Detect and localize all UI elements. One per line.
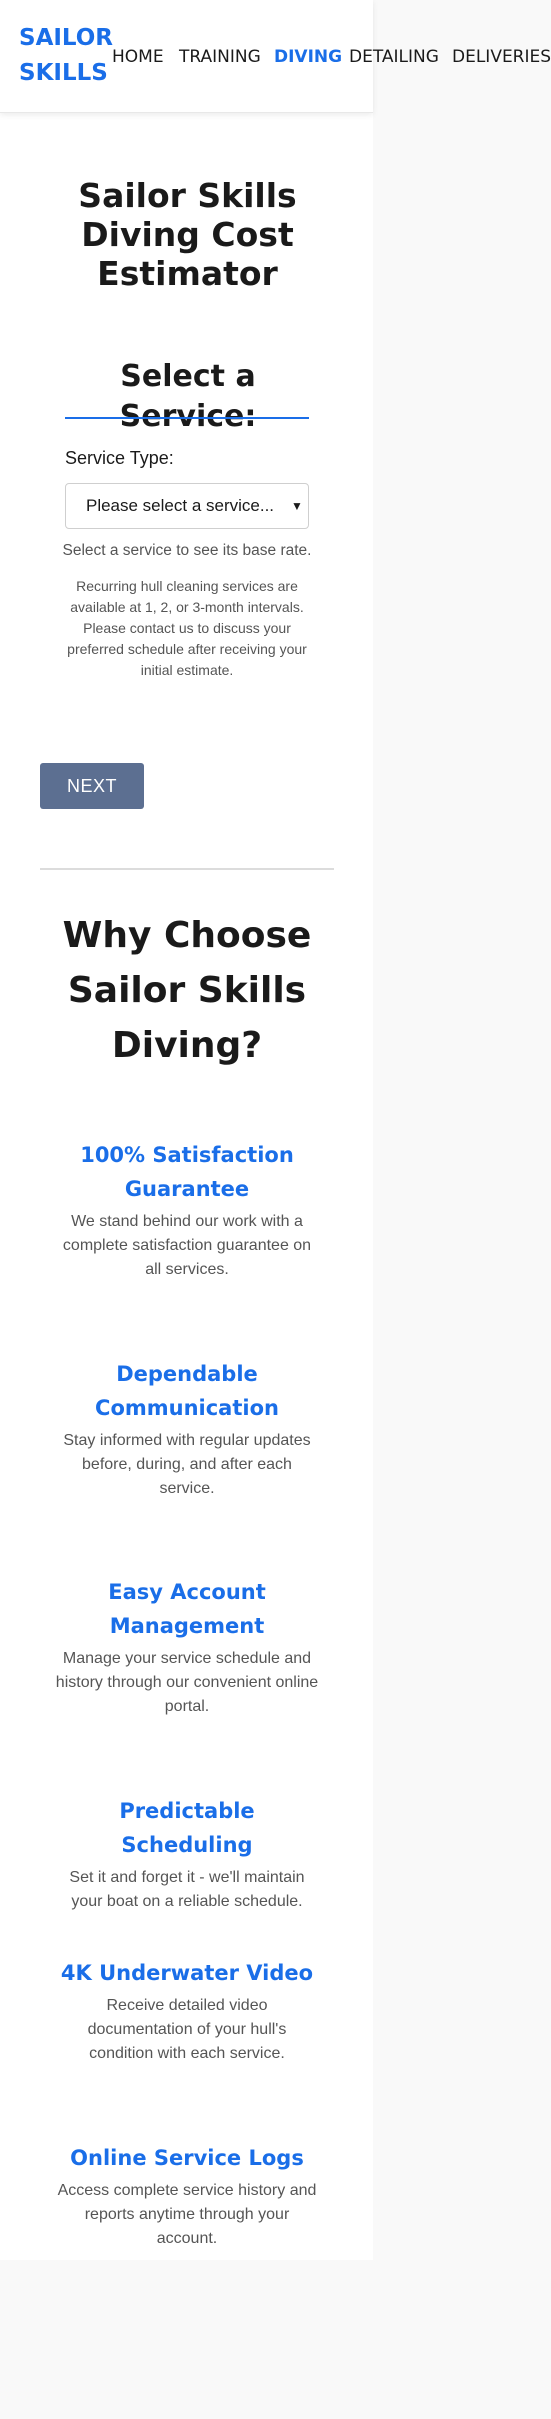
service-type-select[interactable]: Please select a service... ▼: [65, 483, 309, 529]
section-divider: [40, 868, 334, 870]
feature-dependable-communication: Dependable Communication Stay informed w…: [55, 1357, 319, 1501]
feature-online-service-logs: Online Service Logs Access complete serv…: [55, 2141, 319, 2251]
feature-description: Stay informed with regular updates befor…: [63, 1432, 311, 1497]
service-selection-card: Select a Service: Service Type: Please s…: [40, 320, 336, 710]
site-header: SAILOR SKILLS HOME TRAINING DIVING DETAI…: [0, 0, 551, 113]
feature-satisfaction-guarantee: 100% Satisfaction Guarantee We stand beh…: [55, 1138, 319, 1282]
feature-title: Online Service Logs: [70, 2146, 304, 2170]
page-bottom-background: [0, 2260, 551, 2419]
feature-4k-underwater-video: 4K Underwater Video Receive detailed vid…: [55, 1956, 319, 2066]
nav-deliveries[interactable]: DELIVERIES: [452, 47, 551, 67]
feature-title: 100% Satisfaction Guarantee: [80, 1143, 294, 1201]
nav-training[interactable]: TRAINING: [179, 47, 274, 67]
recurring-service-note: Recurring hull cleaning services are ava…: [67, 578, 307, 678]
nav-diving[interactable]: DIVING: [274, 47, 349, 67]
page-side-background: [373, 0, 551, 2419]
feature-title: Predictable Scheduling: [119, 1799, 255, 1857]
nav-detailing[interactable]: DETAILING: [349, 47, 452, 67]
feature-description: Receive detailed video documentation of …: [87, 1997, 287, 2062]
service-select-value: Please select a service...: [85, 496, 275, 515]
nav-home[interactable]: HOME: [112, 47, 179, 67]
feature-title: Easy Account Management: [108, 1580, 266, 1638]
feature-title: 4K Underwater Video: [60, 1961, 314, 1985]
next-button[interactable]: NEXT: [40, 763, 144, 809]
feature-easy-account-management: Easy Account Management Manage your serv…: [55, 1575, 319, 1719]
chevron-down-icon: ▼: [291, 499, 303, 513]
heading-underline: [65, 417, 309, 419]
feature-title: Dependable Communication: [95, 1362, 279, 1420]
why-choose-heading: Why Choose Sailor Skills Diving?: [62, 915, 312, 1066]
feature-description: Set it and forget it - we'll maintain yo…: [69, 1869, 305, 1910]
service-heading: Select a Service:: [119, 359, 257, 434]
page-title: Sailor Skills Diving Cost Estimator: [78, 176, 297, 293]
base-rate-hint: Select a service to see its base rate.: [62, 542, 312, 559]
feature-predictable-scheduling: Predictable Scheduling Set it and forget…: [55, 1794, 319, 1914]
main-nav: HOME TRAINING DIVING DETAILING DELIVERIE…: [112, 47, 551, 67]
feature-description: We stand behind our work with a complete…: [62, 1213, 312, 1278]
feature-description: Manage your service schedule and history…: [55, 1650, 319, 1715]
feature-description: Access complete service history and repo…: [57, 2182, 317, 2247]
service-type-label: Service Type:: [65, 448, 174, 468]
